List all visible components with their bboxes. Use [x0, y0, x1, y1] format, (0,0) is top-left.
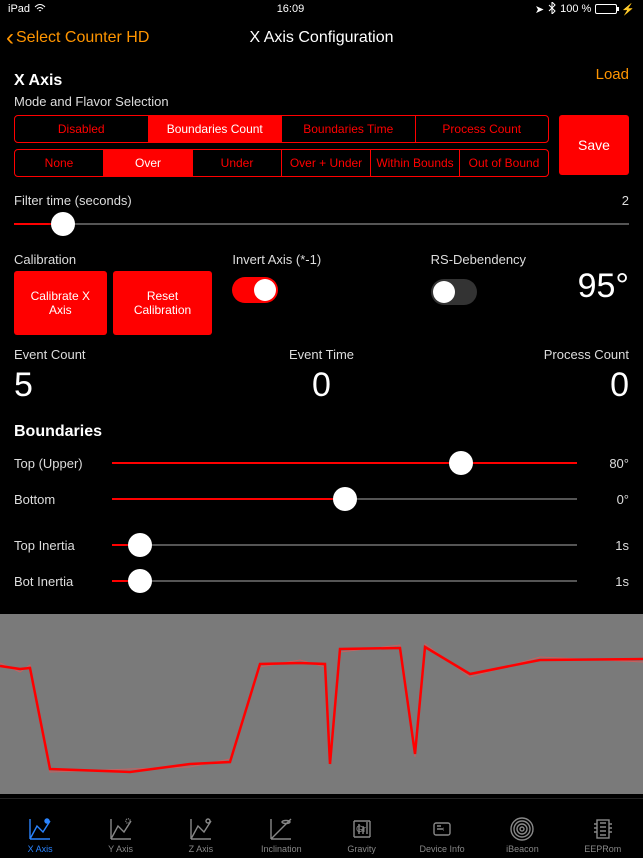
bot-inertia-label: Bot Inertia: [14, 574, 104, 589]
signal-chart: [0, 614, 643, 794]
tab-device-info[interactable]: i Device Info: [402, 799, 482, 858]
mode-segmented[interactable]: DisabledBoundaries CountBoundaries TimeP…: [14, 115, 549, 143]
battery-percent: 100 %: [560, 3, 591, 15]
tab-icon-3: [268, 816, 294, 842]
invert-toggle[interactable]: [232, 277, 278, 303]
back-button[interactable]: ‹ Select Counter HD: [0, 26, 149, 50]
bluetooth-icon: [548, 2, 556, 17]
bot-inertia-value: 1s: [585, 574, 629, 589]
flavor-option-1[interactable]: Over: [104, 150, 193, 176]
axis-title: X Axis: [14, 72, 596, 90]
tab-icon-1: [108, 816, 134, 842]
tab-label: iBeacon: [506, 844, 539, 854]
filter-label: Filter time (seconds): [14, 193, 132, 208]
flavor-option-3[interactable]: Over + Under: [282, 150, 371, 176]
filter-value: 2: [622, 193, 629, 208]
top-inertia-label: Top Inertia: [14, 538, 104, 553]
tab-label: EEPRom: [584, 844, 621, 854]
tab-x-axis[interactable]: X Axis: [0, 799, 80, 858]
tab-eeprom[interactable]: EEPRom: [563, 799, 643, 858]
angle-reading: 95°: [578, 267, 629, 306]
tab-label: Y Axis: [108, 844, 133, 854]
tab-icon-5: i: [429, 816, 455, 842]
status-bar: iPad 16:09 ➤ 100 % ⚡: [0, 0, 643, 18]
tab-inclination[interactable]: Inclination: [241, 799, 321, 858]
reset-calibration-button[interactable]: Reset Calibration: [113, 271, 213, 335]
process-count-value: 0: [424, 366, 629, 405]
load-button[interactable]: Load: [596, 66, 629, 83]
location-icon: ➤: [535, 3, 544, 16]
flavor-option-4[interactable]: Within Bounds: [371, 150, 460, 176]
mode-option-2[interactable]: Boundaries Time: [282, 116, 416, 142]
tab-label: Device Info: [420, 844, 465, 854]
battery-icon: [595, 4, 617, 14]
tab-icon-4: Gr: [349, 816, 375, 842]
calibrate-button[interactable]: Calibrate X Axis: [14, 271, 107, 335]
nav-bar: ‹ Select Counter HD X Axis Configuration: [0, 18, 643, 58]
tab-y-axis[interactable]: Y Axis: [80, 799, 160, 858]
process-count-label: Process Count: [424, 347, 629, 362]
tab-label: Z Axis: [189, 844, 214, 854]
tab-icon-7: [590, 816, 616, 842]
bottom-slider[interactable]: [112, 485, 577, 513]
device-name: iPad: [8, 3, 30, 15]
tab-icon-2: [188, 816, 214, 842]
flavor-segmented[interactable]: NoneOverUnderOver + UnderWithin BoundsOu…: [14, 149, 549, 177]
top-slider[interactable]: [112, 449, 577, 477]
tab-z-axis[interactable]: Z Axis: [161, 799, 241, 858]
invert-label: Invert Axis (*-1): [232, 252, 430, 267]
event-count-label: Event Count: [14, 347, 219, 362]
event-count-value: 5: [14, 366, 219, 405]
svg-text:Gr: Gr: [356, 824, 366, 834]
charging-icon: ⚡: [621, 3, 635, 16]
status-time: 16:09: [277, 3, 305, 15]
tab-icon-6: [509, 816, 535, 842]
chevron-left-icon: ‹: [6, 26, 14, 50]
tab-bar: X Axis Y Axis Z Axis Inclination Gr Gravity i D…: [0, 798, 643, 858]
tab-ibeacon[interactable]: iBeacon: [482, 799, 562, 858]
event-time-label: Event Time: [219, 347, 424, 362]
bottom-value: 0°: [585, 492, 629, 507]
mode-option-1[interactable]: Boundaries Count: [149, 116, 283, 142]
bottom-label: Bottom: [14, 492, 104, 507]
wifi-icon: [34, 3, 46, 16]
flavor-option-0[interactable]: None: [15, 150, 104, 176]
boundaries-title: Boundaries: [14, 423, 629, 441]
mode-option-0[interactable]: Disabled: [15, 116, 149, 142]
rsdep-toggle[interactable]: [431, 279, 477, 305]
tab-label: Gravity: [347, 844, 376, 854]
back-label: Select Counter HD: [16, 29, 149, 47]
flavor-option-5[interactable]: Out of Bound: [460, 150, 548, 176]
save-button[interactable]: Save: [559, 115, 629, 175]
svg-text:i: i: [443, 827, 444, 833]
top-value: 80°: [585, 456, 629, 471]
mode-option-3[interactable]: Process Count: [416, 116, 549, 142]
bot-inertia-slider[interactable]: [112, 567, 577, 595]
flavor-option-2[interactable]: Under: [193, 150, 282, 176]
top-inertia-slider[interactable]: [112, 531, 577, 559]
calibration-label: Calibration: [14, 252, 212, 267]
tab-icon-0: [27, 816, 53, 842]
filter-slider[interactable]: [14, 210, 629, 238]
tab-label: Inclination: [261, 844, 302, 854]
mode-subtitle: Mode and Flavor Selection: [14, 94, 629, 109]
tab-label: X Axis: [28, 844, 53, 854]
event-time-value: 0: [219, 366, 424, 405]
tab-gravity[interactable]: Gr Gravity: [322, 799, 402, 858]
top-upper-label: Top (Upper): [14, 456, 104, 471]
top-inertia-value: 1s: [585, 538, 629, 553]
rsdep-label: RS-Debendency: [431, 252, 629, 267]
